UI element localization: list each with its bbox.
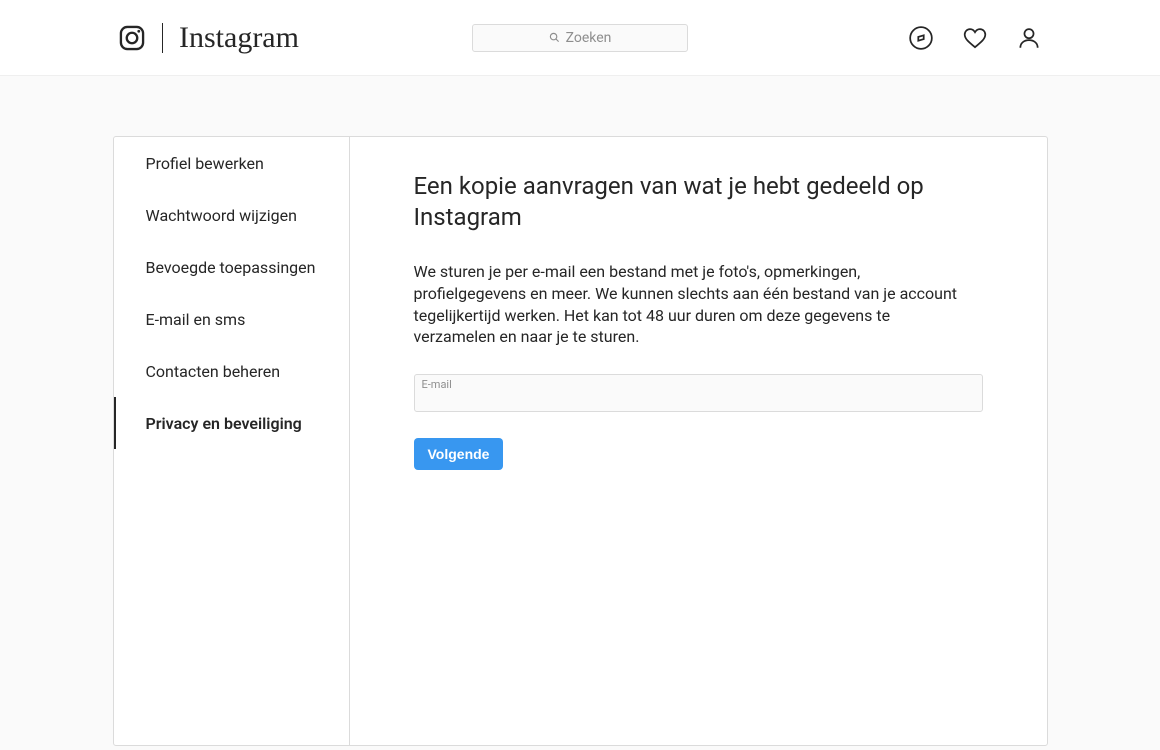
email-field[interactable] [414, 374, 983, 412]
sidebar-item-email-sms[interactable]: E-mail en sms [114, 293, 349, 345]
page-description: We sturen je per e-mail een bestand met … [414, 261, 974, 347]
sidebar-item-privacy-security[interactable]: Privacy en beveiliging [114, 397, 349, 449]
email-field-wrap: E-mail [414, 374, 983, 412]
sidebar-item-label: Wachtwoord wijzigen [146, 206, 297, 225]
brand-block: Instagram [118, 21, 299, 55]
settings-card: Profiel bewerken Wachtwoord wijzigen Bev… [113, 136, 1048, 746]
sidebar-item-change-password[interactable]: Wachtwoord wijzigen [114, 189, 349, 241]
profile-icon[interactable] [1016, 25, 1042, 51]
page-title: Een kopie aanvragen van wat je hebt gede… [414, 171, 983, 233]
next-button[interactable]: Volgende [414, 438, 504, 470]
top-bar: Instagram Zoeken [0, 0, 1160, 76]
sidebar-item-label: Profiel bewerken [146, 154, 264, 173]
sidebar-item-label: Bevoegde toepassingen [146, 258, 316, 277]
sidebar-item-authorized-apps[interactable]: Bevoegde toepassingen [114, 241, 349, 293]
sidebar-item-label: Privacy en beveiliging [146, 414, 302, 433]
page-background: Profiel bewerken Wachtwoord wijzigen Bev… [0, 76, 1160, 750]
brand-divider [162, 23, 163, 53]
search-placeholder: Zoeken [566, 30, 612, 46]
search-input[interactable]: Zoeken [472, 24, 688, 52]
search-wrap: Zoeken [472, 24, 688, 52]
nav-icons [908, 25, 1042, 51]
explore-icon[interactable] [908, 25, 934, 51]
brand-wordmark[interactable]: Instagram [179, 21, 299, 55]
sidebar-item-label: E-mail en sms [146, 310, 246, 329]
sidebar-item-manage-contacts[interactable]: Contacten beheren [114, 345, 349, 397]
sidebar-item-edit-profile[interactable]: Profiel bewerken [114, 137, 349, 189]
sidebar-item-label: Contacten beheren [146, 362, 281, 381]
instagram-glyph-icon[interactable] [118, 24, 146, 52]
search-icon [549, 32, 560, 43]
activity-heart-icon[interactable] [962, 25, 988, 51]
settings-main: Een kopie aanvragen van wat je hebt gede… [350, 137, 1047, 745]
settings-sidebar: Profiel bewerken Wachtwoord wijzigen Bev… [114, 137, 350, 745]
